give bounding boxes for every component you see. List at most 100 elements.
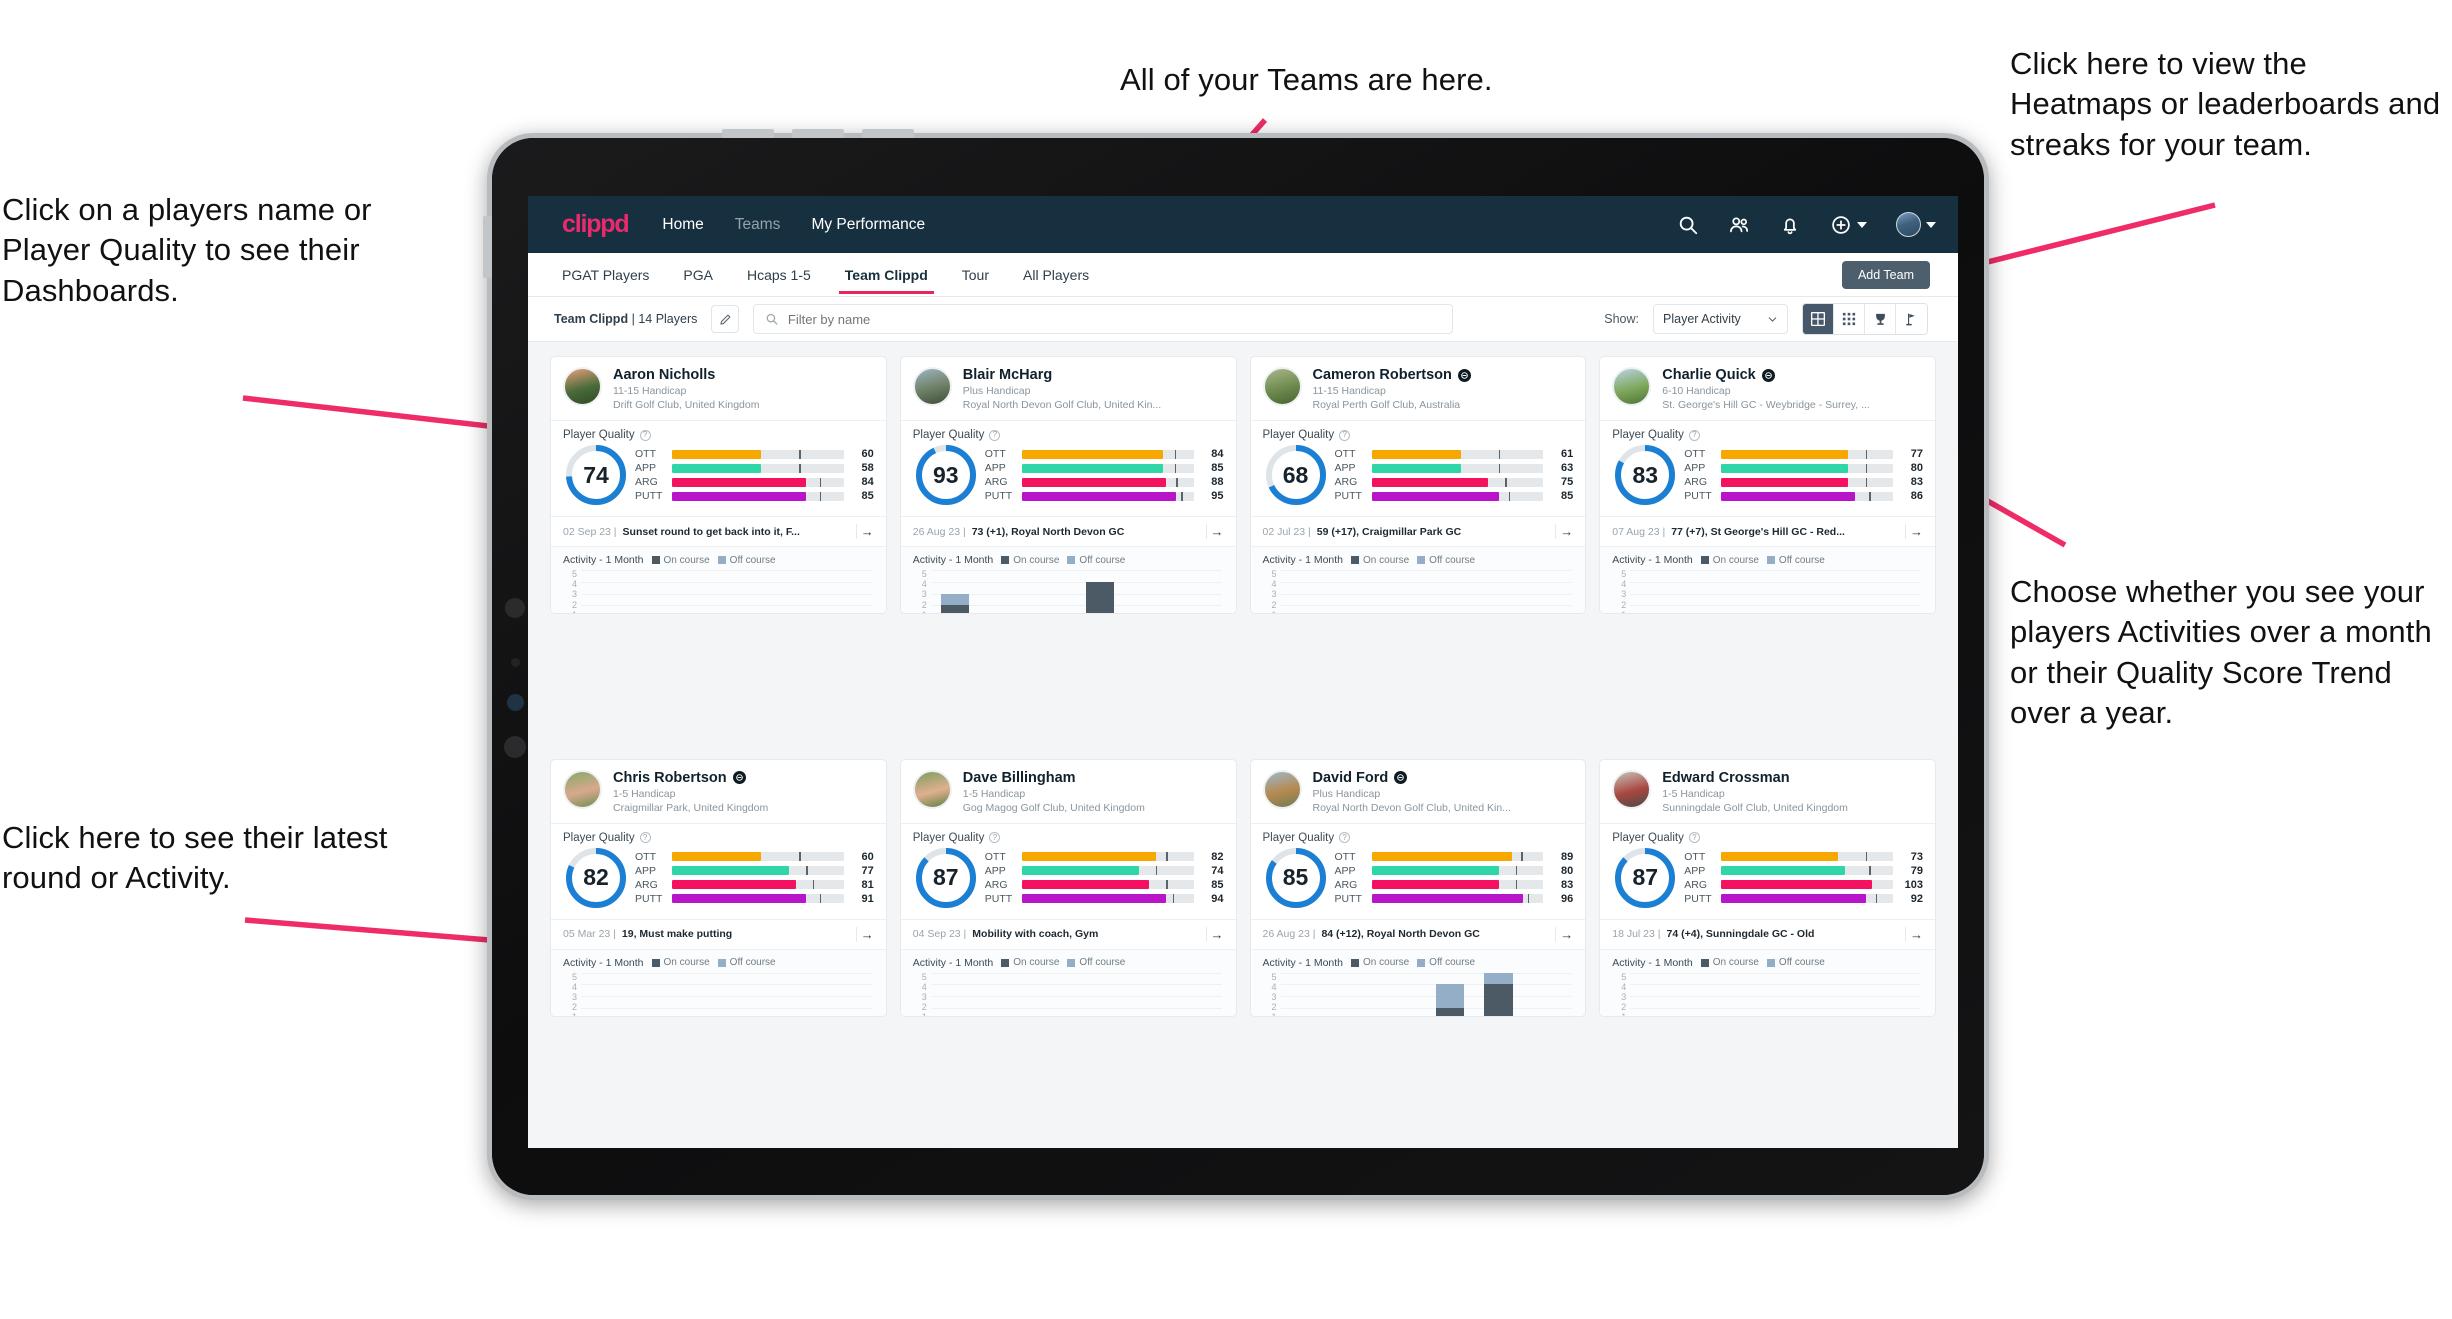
arrow-right-icon[interactable]: → — [1205, 524, 1224, 539]
player-card-header[interactable]: Charlie Quick 6-10 Handicap St. George's H… — [1600, 357, 1935, 420]
player-card-header[interactable]: Blair McHarg Plus Handicap Royal North Dev… — [901, 357, 1236, 420]
player-name[interactable]: Dave Billingham — [963, 770, 1076, 786]
latest-round-row[interactable]: 04 Sep 23 | Mobility with coach, Gym → — [900, 918, 1236, 949]
avatar[interactable] — [1612, 367, 1652, 406]
clippd-logo[interactable]: clippd — [562, 210, 630, 239]
edit-team-button[interactable] — [711, 305, 740, 333]
player-card[interactable]: Blair McHarg Plus Handicap Royal North Dev… — [899, 356, 1237, 614]
search-input[interactable] — [787, 311, 1442, 327]
tab-pgat-players[interactable]: PGAT Players — [562, 256, 649, 293]
bell-icon[interactable] — [1779, 214, 1801, 236]
tab-tour[interactable]: Tour — [962, 256, 989, 293]
account-menu[interactable] — [1896, 212, 1936, 237]
help-icon[interactable]: ? — [639, 429, 651, 441]
player-name[interactable]: David Ford — [1313, 770, 1389, 786]
player-card-header[interactable]: Edward Crossman 1-5 Handicap Sunningdale G… — [1600, 760, 1935, 823]
add-team-button[interactable]: Add Team — [1841, 261, 1930, 289]
player-name[interactable]: Blair McHarg — [963, 367, 1052, 383]
player-quality-body[interactable]: 87 OTT 82 APP 74 ARG 85 PUTT 94 — [901, 844, 1236, 919]
arrow-right-icon[interactable]: → — [1905, 524, 1923, 539]
player-name-row[interactable]: Aaron Nicholls — [613, 367, 759, 383]
view-mode-grid[interactable] — [1803, 304, 1834, 334]
player-name[interactable]: Edward Crossman — [1662, 770, 1789, 786]
quality-score-donut[interactable]: 85 — [1263, 845, 1329, 911]
tab-pga[interactable]: PGA — [683, 256, 713, 293]
player-card[interactable]: Cameron Robertson 11-15 Handicap Royal Per… — [1249, 356, 1587, 614]
player-name-row[interactable]: Charlie Quick — [1662, 367, 1870, 383]
avatar[interactable] — [563, 367, 602, 406]
tab-hcaps-1-5[interactable]: Hcaps 1-5 — [747, 256, 811, 293]
avatar[interactable] — [1896, 212, 1921, 237]
help-icon[interactable]: ? — [1688, 832, 1700, 843]
avatar[interactable] — [912, 769, 952, 809]
latest-round-row[interactable]: 26 Aug 23 | 84 (+12), Royal North Devon G… — [1250, 918, 1586, 949]
player-card-header[interactable]: Cameron Robertson 11-15 Handicap Royal Per… — [1251, 357, 1586, 420]
avatar[interactable] — [563, 769, 602, 809]
nav-link-home[interactable]: Home — [662, 216, 703, 234]
arrow-right-icon[interactable]: → — [1205, 926, 1224, 942]
show-select[interactable]: Player Activity — [1653, 304, 1788, 334]
arrow-right-icon[interactable]: → — [855, 524, 874, 539]
tab-all-players[interactable]: All Players — [1023, 256, 1089, 293]
arrow-right-icon[interactable]: → — [1905, 926, 1923, 942]
quality-score-donut[interactable]: 82 — [563, 845, 629, 911]
player-quality-body[interactable]: 85 OTT 89 APP 80 ARG 83 PUTT 96 — [1251, 844, 1586, 919]
search-icon[interactable] — [1677, 214, 1699, 236]
latest-round-row[interactable]: 02 Sep 23 | Sunset round to get back into… — [551, 516, 886, 546]
view-mode-dense-grid[interactable] — [1834, 304, 1865, 334]
nav-link-teams[interactable]: Teams — [735, 216, 781, 234]
help-icon[interactable]: ? — [1339, 832, 1351, 843]
player-card-header[interactable]: Dave Billingham 1-5 Handicap Gog Magog Gol… — [901, 760, 1236, 823]
player-name-row[interactable]: Edward Crossman — [1662, 770, 1848, 786]
player-quality-body[interactable]: 74 OTT 60 APP 58 ARG 84 PUTT 85 — [551, 441, 886, 516]
player-quality-body[interactable]: 82 OTT 60 APP 77 ARG 81 PUTT 91 — [551, 844, 886, 919]
arrow-right-icon[interactable]: → — [1555, 524, 1573, 539]
player-card[interactable]: Chris Robertson 1-5 Handicap Craigmillar P… — [550, 758, 887, 1017]
player-card[interactable]: Edward Crossman 1-5 Handicap Sunningdale G… — [1599, 758, 1936, 1017]
search-field-wrapper[interactable] — [753, 304, 1454, 334]
player-name[interactable]: Aaron Nicholls — [613, 367, 715, 383]
tab-team-clippd[interactable]: Team Clippd — [838, 256, 934, 294]
nav-link-my-performance[interactable]: My Performance — [811, 216, 925, 234]
player-quality-body[interactable]: 68 OTT 61 APP 63 ARG 75 PUTT 85 — [1251, 441, 1586, 516]
player-name-row[interactable]: Chris Robertson — [613, 770, 768, 786]
quality-score-donut[interactable]: 68 — [1263, 442, 1329, 508]
view-mode-course[interactable] — [1896, 304, 1927, 334]
quality-score-donut[interactable]: 83 — [1612, 442, 1678, 508]
player-name[interactable]: Charlie Quick — [1662, 367, 1755, 383]
player-name[interactable]: Chris Robertson — [613, 770, 727, 786]
add-menu[interactable] — [1830, 214, 1867, 236]
latest-round-row[interactable]: 07 Aug 23 | 77 (+7), St George's Hill GC … — [1600, 516, 1935, 546]
avatar[interactable] — [1262, 367, 1302, 406]
player-quality-body[interactable]: 87 OTT 73 APP 79 ARG 103 PUTT 92 — [1600, 844, 1935, 919]
people-icon[interactable] — [1728, 214, 1750, 236]
player-quality-body[interactable]: 83 OTT 77 APP 80 ARG 83 PUTT 86 — [1600, 441, 1935, 516]
player-card[interactable]: David Ford Plus Handicap Royal North Devon… — [1249, 758, 1587, 1017]
player-name-row[interactable]: Blair McHarg — [963, 367, 1161, 383]
player-card-header[interactable]: Aaron Nicholls 11-15 Handicap Drift Golf C… — [551, 357, 886, 420]
player-name-row[interactable]: David Ford — [1313, 770, 1511, 786]
player-name-row[interactable]: Dave Billingham — [963, 770, 1145, 786]
help-icon[interactable]: ? — [1339, 429, 1351, 441]
latest-round-row[interactable]: 02 Jul 23 | 59 (+17), Craigmillar Park GC… — [1250, 516, 1586, 546]
avatar[interactable] — [912, 367, 952, 406]
player-card-header[interactable]: David Ford Plus Handicap Royal North Devon… — [1251, 760, 1586, 823]
quality-score-donut[interactable]: 93 — [913, 442, 979, 508]
help-icon[interactable]: ? — [989, 429, 1001, 441]
view-mode-leaderboard[interactable] — [1865, 304, 1896, 334]
latest-round-row[interactable]: 26 Aug 23 | 73 (+1), Royal North Devon GC… — [900, 516, 1236, 546]
plus-circle-icon[interactable] — [1830, 214, 1852, 236]
latest-round-row[interactable]: 05 Mar 23 | 19, Must make putting → — [551, 918, 886, 949]
player-quality-body[interactable]: 93 OTT 84 APP 85 ARG 88 PUTT 95 — [901, 441, 1236, 516]
latest-round-row[interactable]: 18 Jul 23 | 74 (+4), Sunningdale GC - Old… — [1600, 918, 1935, 949]
arrow-right-icon[interactable]: → — [855, 926, 874, 942]
player-card[interactable]: Dave Billingham 1-5 Handicap Gog Magog Gol… — [899, 758, 1237, 1017]
quality-score-donut[interactable]: 74 — [563, 442, 629, 508]
help-icon[interactable]: ? — [989, 832, 1001, 843]
player-name-row[interactable]: Cameron Robertson — [1313, 367, 1471, 383]
arrow-right-icon[interactable]: → — [1555, 926, 1573, 942]
player-card[interactable]: Charlie Quick 6-10 Handicap St. George's H… — [1599, 356, 1936, 614]
help-icon[interactable]: ? — [639, 832, 651, 843]
quality-score-donut[interactable]: 87 — [1612, 845, 1678, 911]
help-icon[interactable]: ? — [1688, 429, 1700, 441]
